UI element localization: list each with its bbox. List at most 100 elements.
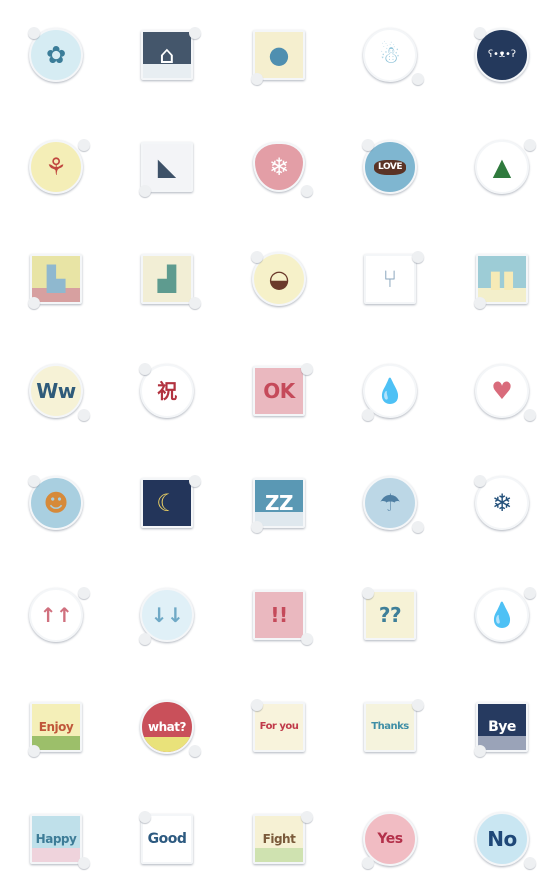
- sticker-ok-sign[interactable]: OK: [223, 335, 335, 447]
- sticker-snowy-house[interactable]: ⌂: [111, 0, 223, 111]
- sticker-image: Ww: [29, 364, 83, 418]
- sticker-enjoy-sticker[interactable]: Enjoy: [0, 671, 112, 783]
- sticker-label: ??: [378, 603, 402, 627]
- sticker-flower-cloud[interactable]: ✿: [0, 0, 112, 111]
- sticker-tab: [301, 363, 313, 375]
- sticker-tab: [28, 475, 40, 487]
- sticker-image: ▲: [475, 140, 529, 194]
- sticker-moon-night[interactable]: ☾: [111, 447, 223, 559]
- sticker-image: Enjoy: [30, 702, 82, 752]
- sticker-label: No: [487, 827, 517, 851]
- sticker-zz-sleep[interactable]: ZZ: [223, 447, 335, 559]
- sticker-image: Fight: [253, 814, 305, 864]
- sticker-candles[interactable]: ▮▮: [446, 223, 558, 335]
- sticker-label: Thanks: [371, 721, 409, 732]
- sticker-image: ●: [253, 30, 305, 80]
- sticker-image: ▟: [141, 254, 193, 304]
- sticker-tab: [189, 27, 201, 39]
- sticker-tab: [362, 139, 374, 151]
- sticker-tab: [139, 811, 151, 823]
- mittens-icon: ❄: [268, 153, 290, 181]
- sticker-happy-card[interactable]: Happy: [0, 783, 112, 895]
- sticker-christmas-tree[interactable]: ▲: [446, 111, 558, 223]
- sticker-tab: [474, 27, 486, 39]
- sticker-grid: ✿ ⌂ ● ☃ ʕ•ᴥ•ʔ ⚘ ◣ ❄ LOVE ▲ ▙ ▟ ◒ ⑂ ▮▮ Ww 祝 OK 💧 ♥ ☻ ☾ ZZ ☂ ❄ ↑↑ ↓↓…: [0, 0, 560, 896]
- sticker-tab: [301, 185, 313, 197]
- sticker-tab: [139, 633, 151, 645]
- sticker-label: Ww: [36, 379, 76, 403]
- sticker-umbrella[interactable]: ☂: [334, 447, 446, 559]
- sticker-tab: [251, 73, 263, 85]
- sticker-spoon-fork[interactable]: ⑂: [334, 223, 446, 335]
- snowflake-icon: ❄: [491, 489, 513, 517]
- sticker-snowman[interactable]: ☃: [334, 0, 446, 111]
- sticker-tab: [78, 587, 90, 599]
- spoon-fork-icon: ⑂: [382, 265, 398, 293]
- sticker-pink-heart[interactable]: ♥: [446, 335, 558, 447]
- sticker-bird[interactable]: ◣: [111, 111, 223, 223]
- sticker-tab: [524, 409, 536, 421]
- sticker-tab: [412, 251, 424, 263]
- sticker-image: ♥: [475, 364, 529, 418]
- pink-heart-icon: ♥: [491, 377, 513, 405]
- sticker-no-bubble[interactable]: No: [446, 783, 558, 895]
- sticker-label: ↓↓: [150, 603, 184, 627]
- sticker-footprints-exclaim[interactable]: !!: [223, 559, 335, 671]
- sticker-strawberry-cake[interactable]: ◒: [223, 223, 335, 335]
- sticker-image: OK: [253, 366, 305, 416]
- sticker-tab: [412, 699, 424, 711]
- sticker-what-apple[interactable]: what?: [111, 671, 223, 783]
- sticker-question-marks[interactable]: ??: [334, 559, 446, 671]
- sticker-tab: [78, 139, 90, 151]
- sticker-label: Bye: [488, 719, 516, 735]
- sticker-tab: [524, 587, 536, 599]
- sticker-bye-night[interactable]: Bye: [446, 671, 558, 783]
- sticker-tab: [524, 139, 536, 151]
- sticker-polar-bear[interactable]: ʕ•ᴥ•ʔ: [446, 0, 558, 111]
- sticker-label: For you: [259, 721, 299, 732]
- sticker-image: ◣: [141, 142, 193, 192]
- green-cat-house-icon: ▟: [157, 265, 177, 293]
- sticker-yes-bubble[interactable]: Yes: [334, 783, 446, 895]
- sticker-tab: [189, 745, 201, 757]
- sticker-celebrate-kanji[interactable]: 祝: [111, 335, 223, 447]
- sticker-tab: [474, 475, 486, 487]
- sticker-down-arrows[interactable]: ↓↓: [111, 559, 223, 671]
- sticker-sun-face[interactable]: ☻: [0, 447, 112, 559]
- sticker-tab: [251, 521, 263, 533]
- sticker-love-cookie[interactable]: LOVE: [334, 111, 446, 223]
- flower-cloud-icon: ✿: [45, 41, 67, 69]
- sticker-up-arrows[interactable]: ↑↑: [0, 559, 112, 671]
- sticker-raindrops[interactable]: 💧: [334, 335, 446, 447]
- sticker-fight-card[interactable]: Fight: [223, 783, 335, 895]
- sticker-band: [142, 737, 192, 752]
- sticker-for-you-card[interactable]: For you: [223, 671, 335, 783]
- tulips-icon: ⚘: [45, 153, 67, 181]
- sticker-tab: [251, 251, 263, 263]
- sticker-tab: [362, 409, 374, 421]
- sticker-snowflake[interactable]: ❄: [446, 447, 558, 559]
- sticker-tab: [474, 297, 486, 309]
- sticker-label: LOVE: [374, 159, 406, 175]
- sticker-image: ☾: [141, 478, 193, 528]
- sticker-green-cat-house[interactable]: ▟: [111, 223, 223, 335]
- snowy-house-icon: ⌂: [159, 41, 175, 69]
- sticker-ww-circle[interactable]: Ww: [0, 335, 112, 447]
- sticker-label: Fight: [262, 832, 296, 846]
- sticker-tulips[interactable]: ⚘: [0, 111, 112, 223]
- sticker-image: No: [475, 812, 529, 866]
- sticker-label: what?: [148, 720, 186, 734]
- sticker-blue-tree[interactable]: ●: [223, 0, 335, 111]
- sticker-good-card[interactable]: Good: [111, 783, 223, 895]
- sticker-thanks-card[interactable]: Thanks: [334, 671, 446, 783]
- sticker-elephant-house[interactable]: ▙: [0, 223, 112, 335]
- sticker-image: ⌂: [141, 30, 193, 80]
- sticker-tab: [189, 475, 201, 487]
- sticker-image: ZZ: [253, 478, 305, 528]
- christmas-tree-icon: ▲: [492, 153, 512, 181]
- sticker-droplets[interactable]: 💧: [446, 559, 558, 671]
- sticker-label: ZZ: [264, 491, 294, 515]
- sticker-image: ↑↑: [29, 588, 83, 642]
- sticker-mittens[interactable]: ❄: [223, 111, 335, 223]
- snowman-icon: ☃: [379, 41, 401, 69]
